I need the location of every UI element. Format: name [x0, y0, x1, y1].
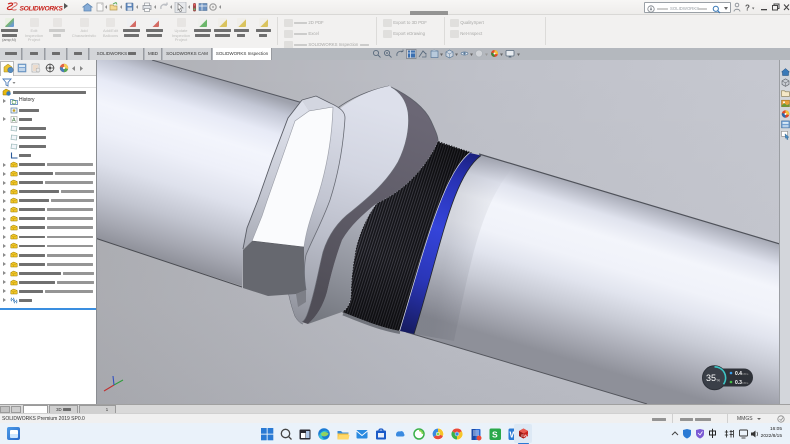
svg-text:A: A [12, 117, 16, 123]
svg-text:?: ? [745, 4, 750, 13]
svg-text:S: S [492, 430, 498, 440]
svg-text:SOLIDWORKS: SOLIDWORKS [20, 6, 64, 13]
svg-text:35: 35 [706, 373, 716, 383]
svg-text:KB/s: KB/s [742, 372, 749, 376]
svg-text:KB/s: KB/s [742, 381, 749, 385]
svg-text:%: % [717, 378, 721, 383]
svg-text:SW: SW [521, 433, 528, 438]
